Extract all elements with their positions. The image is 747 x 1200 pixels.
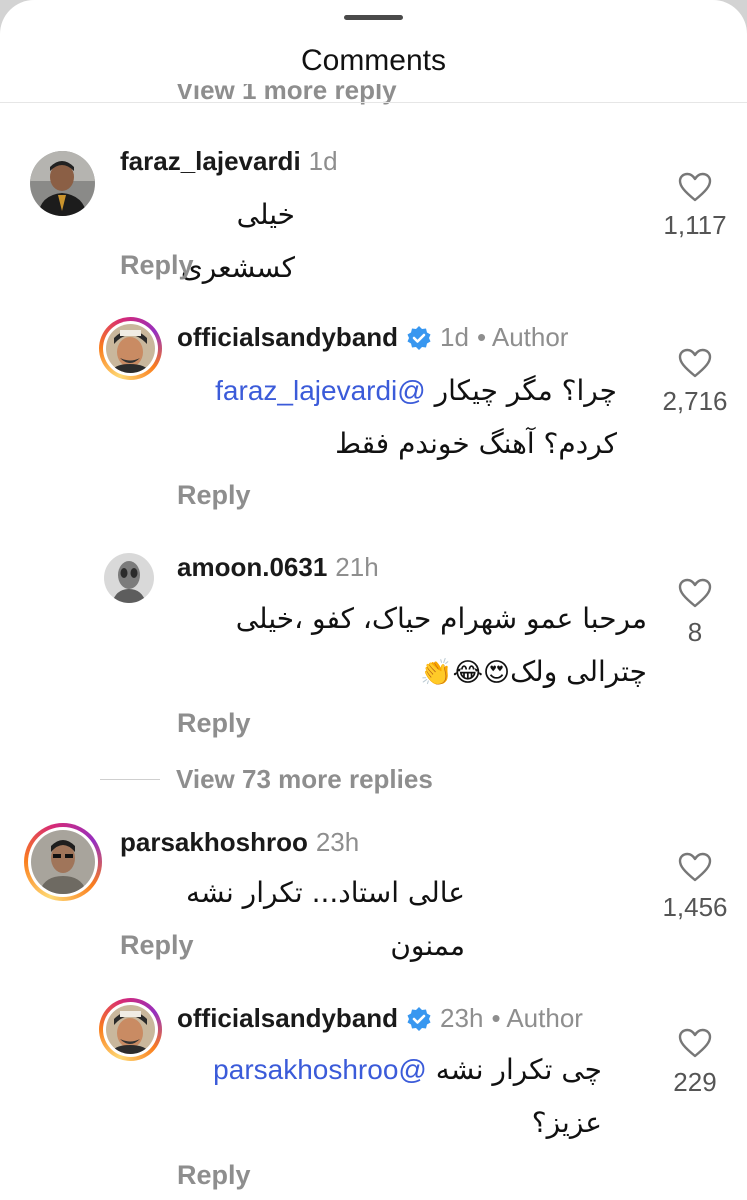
avatar[interactable]	[106, 1005, 155, 1054]
like-count: 1,117	[663, 210, 727, 240]
divider-line	[100, 779, 160, 780]
view-more-replies[interactable]: View 73 more replies	[100, 764, 433, 795]
like-count: 1,456	[662, 892, 728, 922]
username[interactable]: parsakhoshroo	[120, 827, 308, 858]
comment-text-line: چی تکرار نشه	[435, 1053, 602, 1086]
comment-text-line: کردم؟ آهنگ خوندم فقط	[335, 427, 617, 460]
username[interactable]: officialsandyband	[177, 322, 398, 353]
heart-icon[interactable]	[678, 348, 712, 378]
heart-icon[interactable]	[678, 578, 712, 608]
username[interactable]: amoon.0631	[177, 552, 327, 583]
view-more-replies-label[interactable]: View 73 more replies	[176, 764, 433, 795]
reply-button[interactable]: Reply	[120, 930, 194, 961]
like-count: 229	[673, 1067, 717, 1097]
comment-text-line: چرا؟ مگر چیکار	[434, 374, 617, 407]
username[interactable]: officialsandyband	[177, 1003, 398, 1034]
reply-button[interactable]: Reply	[177, 1160, 251, 1191]
like-count: 2,716	[662, 386, 728, 416]
verified-badge-icon	[406, 325, 432, 351]
timestamp: 1d	[440, 322, 469, 352]
comments-sheet: Comments View 1 more reply faraz_lajevar…	[0, 0, 747, 1200]
avatar[interactable]	[30, 151, 95, 216]
author-label: • Author	[491, 1003, 583, 1033]
avatar[interactable]	[31, 830, 95, 894]
comment-text-line: چترالی ولک	[510, 655, 647, 688]
drag-handle[interactable]	[344, 15, 403, 20]
avatar[interactable]	[104, 553, 154, 603]
verified-badge-icon	[406, 1006, 432, 1032]
sheet-title: Comments	[300, 44, 447, 77]
header-divider	[0, 102, 747, 103]
reply-button[interactable]: Reply	[177, 480, 251, 511]
timestamp: 23h	[440, 1003, 484, 1033]
comment-text-line: عزیز؟	[531, 1106, 602, 1139]
timestamp: 21h	[335, 552, 379, 582]
avatar[interactable]	[106, 324, 155, 373]
reply-button[interactable]: Reply	[120, 250, 194, 281]
like-count: 8	[687, 617, 703, 647]
emoji-group: 😍😂👏	[420, 658, 511, 688]
reply-button[interactable]: Reply	[177, 708, 251, 739]
heart-icon[interactable]	[678, 172, 712, 202]
comment-text: مرحبا عمو شهرام حیاک، کفو ،خیلی چترالی و…	[177, 592, 647, 700]
timestamp: 1d	[308, 146, 338, 176]
heart-icon[interactable]	[678, 852, 712, 882]
mention-link[interactable]: @faraz_lajevardi	[215, 375, 426, 406]
comment-text: چرا؟ مگر چیکار @faraz_lajevardi کردم؟ آه…	[177, 364, 617, 470]
timestamp: 23h	[315, 827, 360, 857]
heart-icon[interactable]	[678, 1028, 712, 1058]
mention-link[interactable]: @parsakhoshroo	[213, 1054, 427, 1085]
username[interactable]: faraz_lajevardi	[120, 146, 301, 177]
author-label: • Author	[476, 322, 569, 352]
comment-text-line: مرحبا عمو شهرام حیاک، کفو ،خیلی	[235, 602, 647, 635]
comment-text: چی تکرار نشه @parsakhoshroo عزیز؟	[177, 1043, 602, 1149]
